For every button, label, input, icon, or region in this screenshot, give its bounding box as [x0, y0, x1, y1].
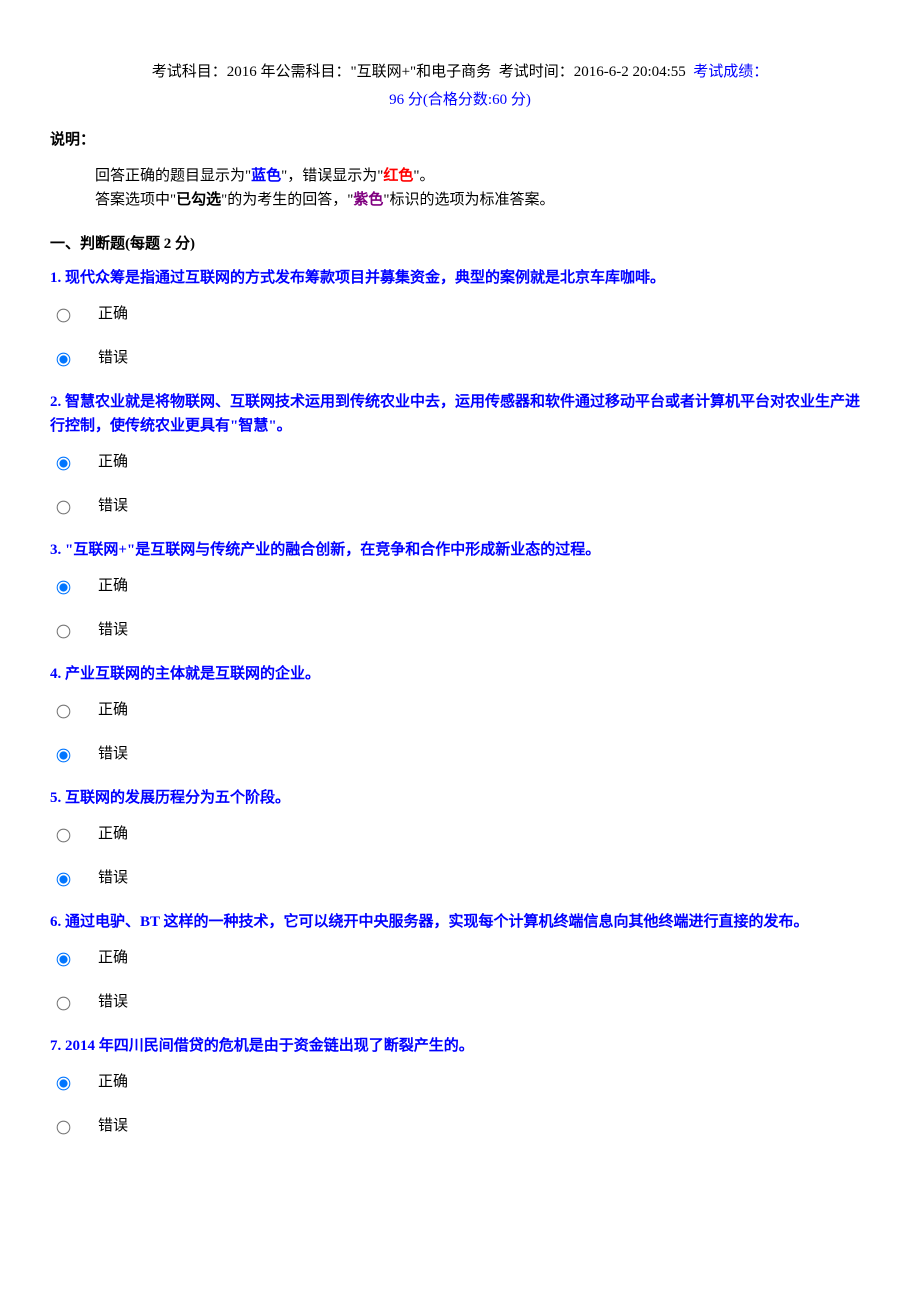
- bold-word: 已勾选: [176, 192, 221, 208]
- score-value: 96 分: [389, 92, 423, 108]
- question-text: 3. "互联网+"是互联网与传统产业的融合创新，在竞争和合作中形成新业态的过程。: [50, 538, 870, 562]
- options-group: 正确错误: [52, 574, 870, 642]
- question-block: 6. 通过电驴、BT 这样的一种技术，它可以绕开中央服务器，实现每个计算机终端信…: [50, 910, 870, 1014]
- question-block: 4. 产业互联网的主体就是互联网的企业。正确错误: [50, 662, 870, 766]
- instruction-line-2: 答案选项中"已勾选"的为考生的回答，"紫色"标识的选项为标准答案。: [95, 188, 870, 212]
- instructions-block: 回答正确的题目显示为"蓝色"，错误显示为"红色"。 答案选项中"已勾选"的为考生…: [95, 164, 870, 212]
- radio-input[interactable]: [57, 873, 71, 887]
- options-group: 正确错误: [52, 946, 870, 1014]
- question-block: 3. "互联网+"是互联网与传统产业的融合创新，在竞争和合作中形成新业态的过程。…: [50, 538, 870, 642]
- questions-container: 1. 现代众筹是指通过互联网的方式发布筹款项目并募集资金，典型的案例就是北京车库…: [50, 266, 870, 1138]
- option-correct: 正确: [52, 946, 870, 970]
- option-label: 错误: [98, 866, 128, 890]
- question-block: 7. 2014 年四川民间借贷的危机是由于资金链出现了断裂产生的。正确错误: [50, 1034, 870, 1138]
- option-correct: 正确: [52, 574, 870, 598]
- radio-input[interactable]: [57, 501, 71, 515]
- options-group: 正确错误: [52, 822, 870, 890]
- option-correct: 正确: [52, 698, 870, 722]
- options-group: 正确错误: [52, 450, 870, 518]
- text-fragment: "的为考生的回答，": [221, 192, 353, 208]
- radio-input[interactable]: [57, 309, 71, 323]
- question-text: 7. 2014 年四川民间借贷的危机是由于资金链出现了断裂产生的。: [50, 1034, 870, 1058]
- option-label: 错误: [98, 494, 128, 518]
- radio-input[interactable]: [57, 625, 71, 639]
- radio-input[interactable]: [57, 705, 71, 719]
- radio-input[interactable]: [57, 581, 71, 595]
- option-wrong: 错误: [52, 494, 870, 518]
- option-label: 正确: [98, 822, 128, 846]
- radio-input[interactable]: [57, 749, 71, 763]
- option-wrong: 错误: [52, 618, 870, 642]
- question-block: 1. 现代众筹是指通过互联网的方式发布筹款项目并募集资金，典型的案例就是北京车库…: [50, 266, 870, 370]
- score-label: 考试成绩：: [693, 64, 768, 80]
- question-text: 2. 智慧农业就是将物联网、互联网技术运用到传统农业中去，运用传感器和软件通过移…: [50, 390, 870, 438]
- option-wrong: 错误: [52, 1114, 870, 1138]
- red-word: 红色: [383, 168, 413, 184]
- radio-input[interactable]: [57, 1121, 71, 1135]
- radio-input[interactable]: [57, 1077, 71, 1091]
- question-block: 5. 互联网的发展历程分为五个阶段。正确错误: [50, 786, 870, 890]
- option-label: 正确: [98, 946, 128, 970]
- option-label: 正确: [98, 450, 128, 474]
- radio-input[interactable]: [57, 829, 71, 843]
- option-correct: 正确: [52, 822, 870, 846]
- question-text: 1. 现代众筹是指通过互联网的方式发布筹款项目并募集资金，典型的案例就是北京车库…: [50, 266, 870, 290]
- options-group: 正确错误: [52, 302, 870, 370]
- option-label: 正确: [98, 574, 128, 598]
- exam-header-line2: 96 分(合格分数:60 分): [50, 88, 870, 112]
- text-fragment: 回答正确的题目显示为": [95, 168, 251, 184]
- blue-word: 蓝色: [251, 168, 281, 184]
- option-correct: 正确: [52, 1070, 870, 1094]
- options-group: 正确错误: [52, 1070, 870, 1138]
- radio-input[interactable]: [57, 953, 71, 967]
- purple-word: 紫色: [353, 192, 383, 208]
- option-label: 错误: [98, 742, 128, 766]
- question-text: 5. 互联网的发展历程分为五个阶段。: [50, 786, 870, 810]
- instructions-label: 说明：: [50, 128, 870, 152]
- radio-input[interactable]: [57, 457, 71, 471]
- time-label: 考试时间：: [499, 64, 574, 80]
- subject-value: 2016 年公需科目："互联网+"和电子商务: [227, 64, 491, 80]
- option-label: 正确: [98, 302, 128, 326]
- option-correct: 正确: [52, 302, 870, 326]
- radio-input[interactable]: [57, 353, 71, 367]
- option-label: 正确: [98, 698, 128, 722]
- question-text: 6. 通过电驴、BT 这样的一种技术，它可以绕开中央服务器，实现每个计算机终端信…: [50, 910, 870, 934]
- question-text: 4. 产业互联网的主体就是互联网的企业。: [50, 662, 870, 686]
- exam-header-line1: 考试科目：2016 年公需科目："互联网+"和电子商务 考试时间：2016-6-…: [50, 60, 870, 84]
- time-value: 2016-6-2 20:04:55: [574, 64, 686, 80]
- option-wrong: 错误: [52, 990, 870, 1014]
- radio-input[interactable]: [57, 997, 71, 1011]
- subject-label: 考试科目：: [152, 64, 227, 80]
- option-wrong: 错误: [52, 866, 870, 890]
- instruction-line-1: 回答正确的题目显示为"蓝色"，错误显示为"红色"。: [95, 164, 870, 188]
- section-title: 一、判断题(每题 2 分): [50, 232, 870, 256]
- text-fragment: "，错误显示为": [281, 168, 383, 184]
- question-block: 2. 智慧农业就是将物联网、互联网技术运用到传统农业中去，运用传感器和软件通过移…: [50, 390, 870, 518]
- option-label: 错误: [98, 1114, 128, 1138]
- text-fragment: "标识的选项为标准答案。: [383, 192, 554, 208]
- option-label: 正确: [98, 1070, 128, 1094]
- pass-score: (合格分数:60 分): [423, 92, 531, 108]
- text-fragment: 答案选项中": [95, 192, 176, 208]
- option-label: 错误: [98, 990, 128, 1014]
- option-wrong: 错误: [52, 742, 870, 766]
- option-wrong: 错误: [52, 346, 870, 370]
- option-label: 错误: [98, 618, 128, 642]
- text-fragment: "。: [413, 168, 434, 184]
- option-label: 错误: [98, 346, 128, 370]
- option-correct: 正确: [52, 450, 870, 474]
- options-group: 正确错误: [52, 698, 870, 766]
